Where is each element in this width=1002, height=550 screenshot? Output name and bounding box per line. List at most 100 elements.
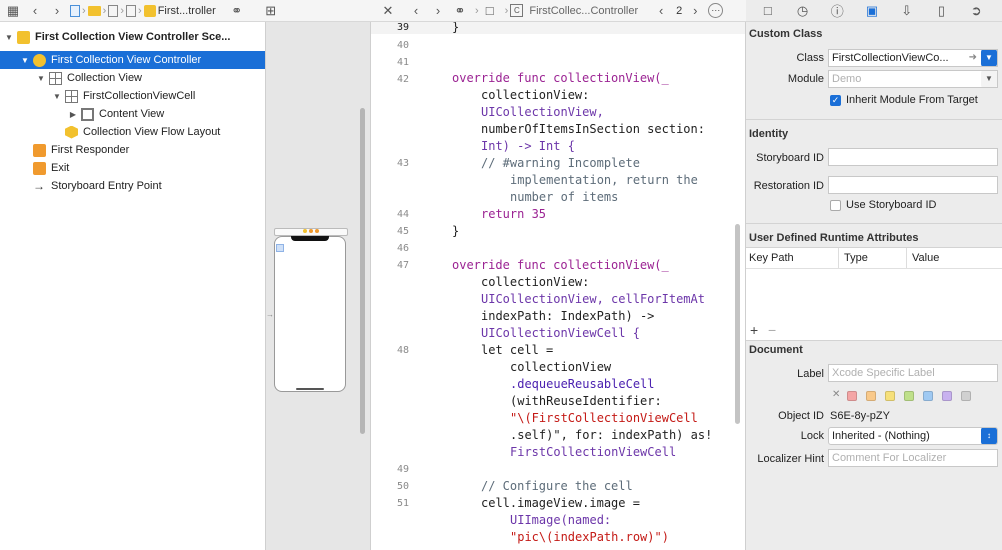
column-header-value[interactable]: Value (912, 252, 939, 264)
more-icon[interactable]: ⋯ (708, 3, 724, 18)
localizer-hint-field[interactable]: Comment For Localizer (828, 449, 998, 467)
outline-item-exit[interactable]: Exit (0, 159, 265, 177)
code-line[interactable]: .dequeueReusableCell (510, 377, 655, 391)
class-field[interactable]: FirstCollectionViewCo... ➜ ▼ (828, 49, 998, 67)
previous-icon[interactable]: ‹ (652, 2, 670, 20)
arrow-circle-icon[interactable]: ➜ (969, 50, 977, 66)
folder-icon[interactable] (87, 5, 101, 16)
back-icon[interactable]: ‹ (407, 2, 425, 20)
add-attribute-button[interactable]: + (750, 322, 758, 338)
module-field[interactable]: Demo ▼ (828, 70, 998, 88)
code-line[interactable]: FirstCollectionViewCell (510, 445, 676, 459)
code-line[interactable]: collectionView: (481, 275, 589, 289)
code-line[interactable]: (withReuseIdentifier: (510, 394, 662, 408)
color-swatch-blue[interactable] (923, 391, 933, 401)
disclosure-open-icon[interactable]: ▼ (20, 56, 30, 65)
chevron-down-icon[interactable]: ▼ (981, 71, 997, 87)
file-icon[interactable]: □ (481, 2, 499, 20)
code-line[interactable]: } (452, 224, 459, 238)
cell-placeholder[interactable] (276, 244, 284, 252)
disclosure-closed-icon[interactable]: ▶ (68, 110, 78, 119)
remove-attribute-button[interactable]: − (768, 322, 776, 338)
code-line[interactable]: Int) -> Int { (481, 139, 575, 153)
storyboard-id-field[interactable] (828, 148, 998, 166)
disclosure-open-icon[interactable]: ▼ (52, 92, 62, 101)
view-controller-icon[interactable] (143, 4, 156, 17)
doc-label-field[interactable]: Xcode Specific Label (828, 364, 998, 382)
disclosure-open-icon[interactable]: ▼ (36, 74, 46, 83)
code-line[interactable]: indexPath: IndexPath) -> (481, 309, 654, 323)
code-comment[interactable]: // #warning Incomplete (481, 156, 640, 170)
grid-menu-icon[interactable]: ▦ (4, 2, 22, 20)
code-line[interactable]: collectionView (510, 360, 611, 374)
code-line[interactable]: } (452, 22, 459, 34)
file-icon[interactable] (70, 4, 80, 17)
code-line[interactable]: UICollectionView, (481, 105, 604, 119)
next-icon[interactable]: › (686, 2, 704, 20)
code-line[interactable]: "\(FirstCollectionViewCell (510, 411, 698, 425)
code-line[interactable]: UIImage(named: (510, 513, 611, 527)
color-swatch-gray[interactable] (961, 391, 971, 401)
storyboard-canvas[interactable]: → (266, 22, 371, 550)
file-icon[interactable] (108, 4, 119, 17)
lock-select[interactable]: Inherited - (Nothing) ↕ (828, 427, 998, 445)
help-inspector-icon[interactable]: ⓘ (828, 2, 846, 20)
size-inspector-icon[interactable]: ▯ (933, 2, 951, 20)
code-line[interactable]: override func collectionView(_ (452, 258, 669, 272)
code-line[interactable]: cell.imageView.image = (481, 496, 640, 510)
column-header-type[interactable]: Type (844, 252, 868, 264)
outline-item-content-view[interactable]: ▶ Content View (0, 105, 265, 123)
identity-inspector-icon[interactable]: ▣ (863, 2, 881, 20)
canvas-scrollbar[interactable] (360, 108, 365, 434)
file-inspector-icon[interactable]: □ (759, 2, 777, 20)
disclosure-open-icon[interactable]: ▼ (4, 33, 14, 42)
outline-item-collection-view[interactable]: ▼ Collection View (0, 69, 265, 87)
column-header-key-path[interactable]: Key Path (749, 252, 794, 264)
color-swatch-orange[interactable] (866, 391, 876, 401)
attributes-inspector-icon[interactable]: ⇩ (898, 2, 916, 20)
color-swatch-red[interactable] (847, 391, 857, 401)
chevron-down-icon[interactable]: ▼ (981, 50, 997, 66)
color-swatch-yellow[interactable] (885, 391, 895, 401)
no-color-icon[interactable]: ✕ (832, 389, 840, 400)
forward-icon[interactable]: › (48, 2, 66, 20)
code-line[interactable]: numberOfItemsInSection section: (481, 122, 705, 136)
related-items-icon[interactable]: ⚭ (451, 2, 469, 20)
restoration-id-field[interactable] (828, 176, 998, 194)
storyboard-icon[interactable] (126, 4, 137, 17)
outline-item-view-controller[interactable]: ▼ First Collection View Controller (0, 51, 265, 69)
code-line[interactable]: collectionView: (481, 88, 589, 102)
code-comment[interactable]: implementation, return the (510, 173, 698, 187)
code-scrollbar[interactable] (735, 224, 740, 424)
history-inspector-icon[interactable]: ◷ (794, 2, 812, 20)
use-storyboard-id-checkbox[interactable] (830, 200, 841, 211)
back-icon[interactable]: ‹ (26, 2, 44, 20)
breadcrumb-last[interactable]: First...troller (158, 5, 216, 17)
code-line[interactable]: override func collectionView(_ (452, 71, 669, 85)
color-swatch-green[interactable] (904, 391, 914, 401)
class-icon[interactable]: C (510, 4, 524, 17)
outline-item-flow-layout[interactable]: Collection View Flow Layout (0, 123, 265, 141)
code-comment[interactable]: number of items (510, 190, 618, 204)
outline-item-entry-point[interactable]: → Storyboard Entry Point (0, 177, 265, 195)
color-swatch-purple[interactable] (942, 391, 952, 401)
link-icon[interactable]: ⚭ (228, 2, 246, 20)
code-line[interactable]: UICollectionView, cellForItemAt (481, 292, 705, 306)
code-line[interactable]: UICollectionViewCell { (481, 326, 640, 340)
iphone-frame[interactable] (274, 236, 346, 392)
code-editor[interactable]: 39 40 41 42 43 44 45 46 47 48 49 50 51 }… (371, 22, 746, 550)
add-editor-icon[interactable]: ⊞ (262, 2, 280, 20)
outline-item-first-responder[interactable]: First Responder (0, 141, 265, 159)
inherit-module-checkbox[interactable]: ✓ (830, 95, 841, 106)
code-breadcrumb[interactable]: FirstCollec...Controller (529, 5, 638, 17)
code-line[interactable]: let cell = (481, 343, 553, 357)
close-icon[interactable]: ✕ (379, 2, 397, 20)
connections-inspector-icon[interactable]: ➲ (967, 2, 985, 20)
code-line[interactable]: .self)", for: indexPath) as! (510, 428, 712, 442)
chevron-updown-icon[interactable]: ↕ (981, 428, 997, 444)
forward-icon[interactable]: › (429, 2, 447, 20)
outline-item-scene[interactable]: ▼ First Collection View Controller Sce..… (0, 28, 265, 46)
code-line[interactable]: "pic\(indexPath.row)") (510, 530, 669, 544)
outline-item-cell[interactable]: ▼ FirstCollectionViewCell (0, 87, 265, 105)
code-line[interactable]: return 35 (481, 207, 546, 221)
